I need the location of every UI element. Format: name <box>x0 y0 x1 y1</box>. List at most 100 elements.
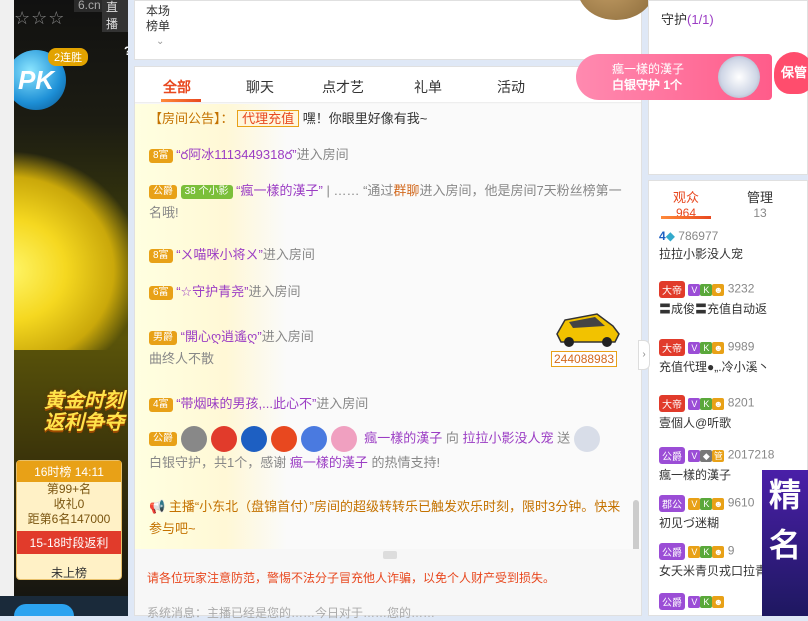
audience-user[interactable]: 4◆ 786977 拉拉小影没人宠 <box>659 229 808 262</box>
wealth-badge: 8富 <box>149 248 173 263</box>
chat-panel: 全部 聊天 点才艺 礼单 活动 【房间公告】： 代理充值 嘿！你眼里好像有我~ … <box>134 66 642 620</box>
golden-hour-promo[interactable]: 黄金时刻 返利争夺 <box>30 390 128 450</box>
crown-badge: 公爵 <box>659 543 685 560</box>
tab-gifts[interactable]: 礼单 <box>414 77 442 97</box>
heart-button[interactable]: 保管 <box>774 52 808 94</box>
star-rating: ☆☆☆ <box>14 8 66 28</box>
vip-icon: V <box>688 283 701 296</box>
k-icon: K <box>700 545 713 558</box>
user-icon: ☻ <box>712 341 725 354</box>
k-icon: K <box>700 595 713 608</box>
guard-level: 白银守护 1个 <box>612 78 683 92</box>
group-link[interactable]: 群聊 <box>393 183 419 198</box>
system-message: 系统消息：主播已经是您的……今日对于……您的…… <box>147 606 436 620</box>
chat-message: 8富 “ర阿冰1113449318ర”进入房间 <box>149 144 349 166</box>
k-icon: K <box>700 341 713 354</box>
gift-to-word: 向 <box>445 430 459 446</box>
user-signature: 曲终人不散 <box>149 351 215 366</box>
audience-user[interactable]: 大帝 V K ☻ 8201 壹個人@听歌 <box>659 395 808 431</box>
username[interactable]: “带烟味的男孩,...此心不” <box>176 396 316 411</box>
user-id: 9610 <box>727 495 755 510</box>
vip-icon: V <box>688 545 701 558</box>
guard-header: 守护(1/1) <box>661 9 714 28</box>
crown-badge: 公爵 <box>659 447 685 464</box>
sender-name[interactable]: 瘋一樣的漢子 <box>290 455 368 470</box>
username[interactable]: “☆守护青尧” <box>176 284 248 299</box>
silver-guard-icon <box>573 426 600 452</box>
chat-tabs: 全部 聊天 点才艺 礼单 活动 <box>135 67 641 103</box>
rank-footer: 未上榜 <box>50 566 87 580</box>
promo-line1: 黄金时刻 <box>44 390 124 412</box>
username[interactable]: “ర阿冰1113449318ర” <box>176 147 296 162</box>
username[interactable]: “ㄨ喵咪小将ㄨ” <box>176 247 263 262</box>
gem-badge-icon <box>240 426 267 452</box>
chat-message: 8富 “ㄨ喵咪小将ㄨ”进入房间 <box>149 244 315 266</box>
megaphone-icon: 📢 <box>149 499 166 514</box>
car-number: 244088983 <box>551 351 618 367</box>
chat-message: 男爵 “開心ღ逍遙ღ”进入房间 曲终人不散 <box>149 326 314 370</box>
bottom-circle-icon[interactable] <box>14 604 74 616</box>
chat-list[interactable]: 【房间公告】： 代理充值 嘿！你眼里好像有我~ 8富 “ర阿冰111344931… <box>135 104 641 549</box>
rank-position: 第99+名 <box>46 482 92 496</box>
rebate-button[interactable]: 15-18时段返利 <box>17 531 121 554</box>
gift-send-word: 送 <box>557 430 571 446</box>
vip-icon: V <box>688 397 701 410</box>
user-icon: ☻ <box>712 595 725 608</box>
tab-admins[interactable]: 管理 13 <box>735 187 785 220</box>
site-tag: 6.cn <box>74 0 105 12</box>
streak-badge: 2连胜 <box>48 48 89 66</box>
expand-panel-icon[interactable]: › <box>638 340 650 370</box>
audience-user[interactable]: 大帝 V K ☻ 3232 〓成俊〓充值自动返 <box>659 281 808 317</box>
sunflower-decoration <box>14 150 128 350</box>
username[interactable]: “開心ღ逍遙ღ” <box>181 329 262 344</box>
guard-label: 守护 <box>661 12 688 27</box>
nav-line2: 榜单 <box>146 19 171 33</box>
hour-rank-box[interactable]: 16时榜 14:11 第99+名 收礼0 距第6名147000 15-18时段返… <box>16 460 122 580</box>
diamond-icon: ◆ <box>665 229 675 243</box>
fan-badge: 38 个小影 <box>180 184 233 199</box>
user-name: 拉拉小影没人宠 <box>659 247 744 261</box>
user-icon: ☻ <box>712 397 725 410</box>
tab-chat[interactable]: 聊天 <box>246 77 274 97</box>
active-tab-indicator <box>161 99 201 102</box>
sender-name[interactable]: 瘋一樣的漢子 <box>364 430 442 445</box>
user-id: 786977 <box>678 229 719 243</box>
tab-activity[interactable]: 活动 <box>497 77 525 97</box>
rank-list-nav[interactable]: 本场 榜单 ⌄ <box>146 4 170 49</box>
user-id: 9 <box>727 543 735 558</box>
user-name: 壹個人@听歌 <box>659 416 732 430</box>
room-announcement: 【房间公告】： 代理充值 嘿！你眼里好像有我~ <box>149 108 427 130</box>
crown-badge-icon <box>330 426 357 452</box>
noble-badge: 公爵 <box>149 184 177 199</box>
left-activity-panel: ☆☆☆ 6.cn 直播 PK 2连胜 ? 黄金时刻 返利争夺 16时榜 14:1… <box>14 0 128 616</box>
admin-tab-label: 管理 <box>746 190 773 205</box>
chat-scrollbar[interactable] <box>633 500 639 549</box>
tab-all[interactable]: 全部 <box>163 77 191 97</box>
help-icon[interactable]: ? <box>124 44 128 58</box>
gift-thanks: 的热情支持! <box>371 455 441 470</box>
guard-card[interactable]: 瘋一樣的漢子 白银守护 1个 <box>576 54 772 100</box>
left-edge <box>0 0 14 616</box>
audience-user[interactable]: 大帝 V K ☻ 9989 充值代理●„.冷小溪丶 <box>659 339 808 375</box>
user-id: 9989 <box>727 339 755 354</box>
rank-head: 16时榜 14:11 <box>17 461 121 482</box>
user-name: 充值代理●„.冷小溪丶 <box>659 360 770 374</box>
user-icon: ☻ <box>712 497 725 510</box>
collapse-handle[interactable] <box>383 551 397 559</box>
announcement-tag[interactable]: 代理充值 <box>237 110 300 127</box>
tab-talent[interactable]: 点才艺 <box>322 77 364 97</box>
guard-icon: ◆ <box>700 449 713 462</box>
receiver-name[interactable]: 拉拉小影没人宠 <box>463 430 554 445</box>
message-action: 进入房间 <box>316 396 369 411</box>
side-ad-banner[interactable]: 精名 <box>762 470 808 616</box>
silver-shield-icon <box>718 56 760 98</box>
message-action: 进入房间 <box>248 284 301 299</box>
username[interactable]: “瘋一樣的漢子” <box>236 183 323 198</box>
host-message: 📢 主播“小东北（盘锦首付）”房间的超级转转乐已触发欢乐时刻，限时3分钟。快来参… <box>149 496 629 540</box>
host-label: 主播 <box>168 499 195 514</box>
gift-desc: 白银守护，共1个，感谢 <box>149 455 287 470</box>
noble-badge: 公爵 <box>149 432 177 446</box>
user-icon: ☻ <box>712 545 725 558</box>
crown-badge: 郡公 <box>659 495 685 512</box>
chat-message: 6富 “☆守护青尧”进入房间 <box>149 281 301 303</box>
